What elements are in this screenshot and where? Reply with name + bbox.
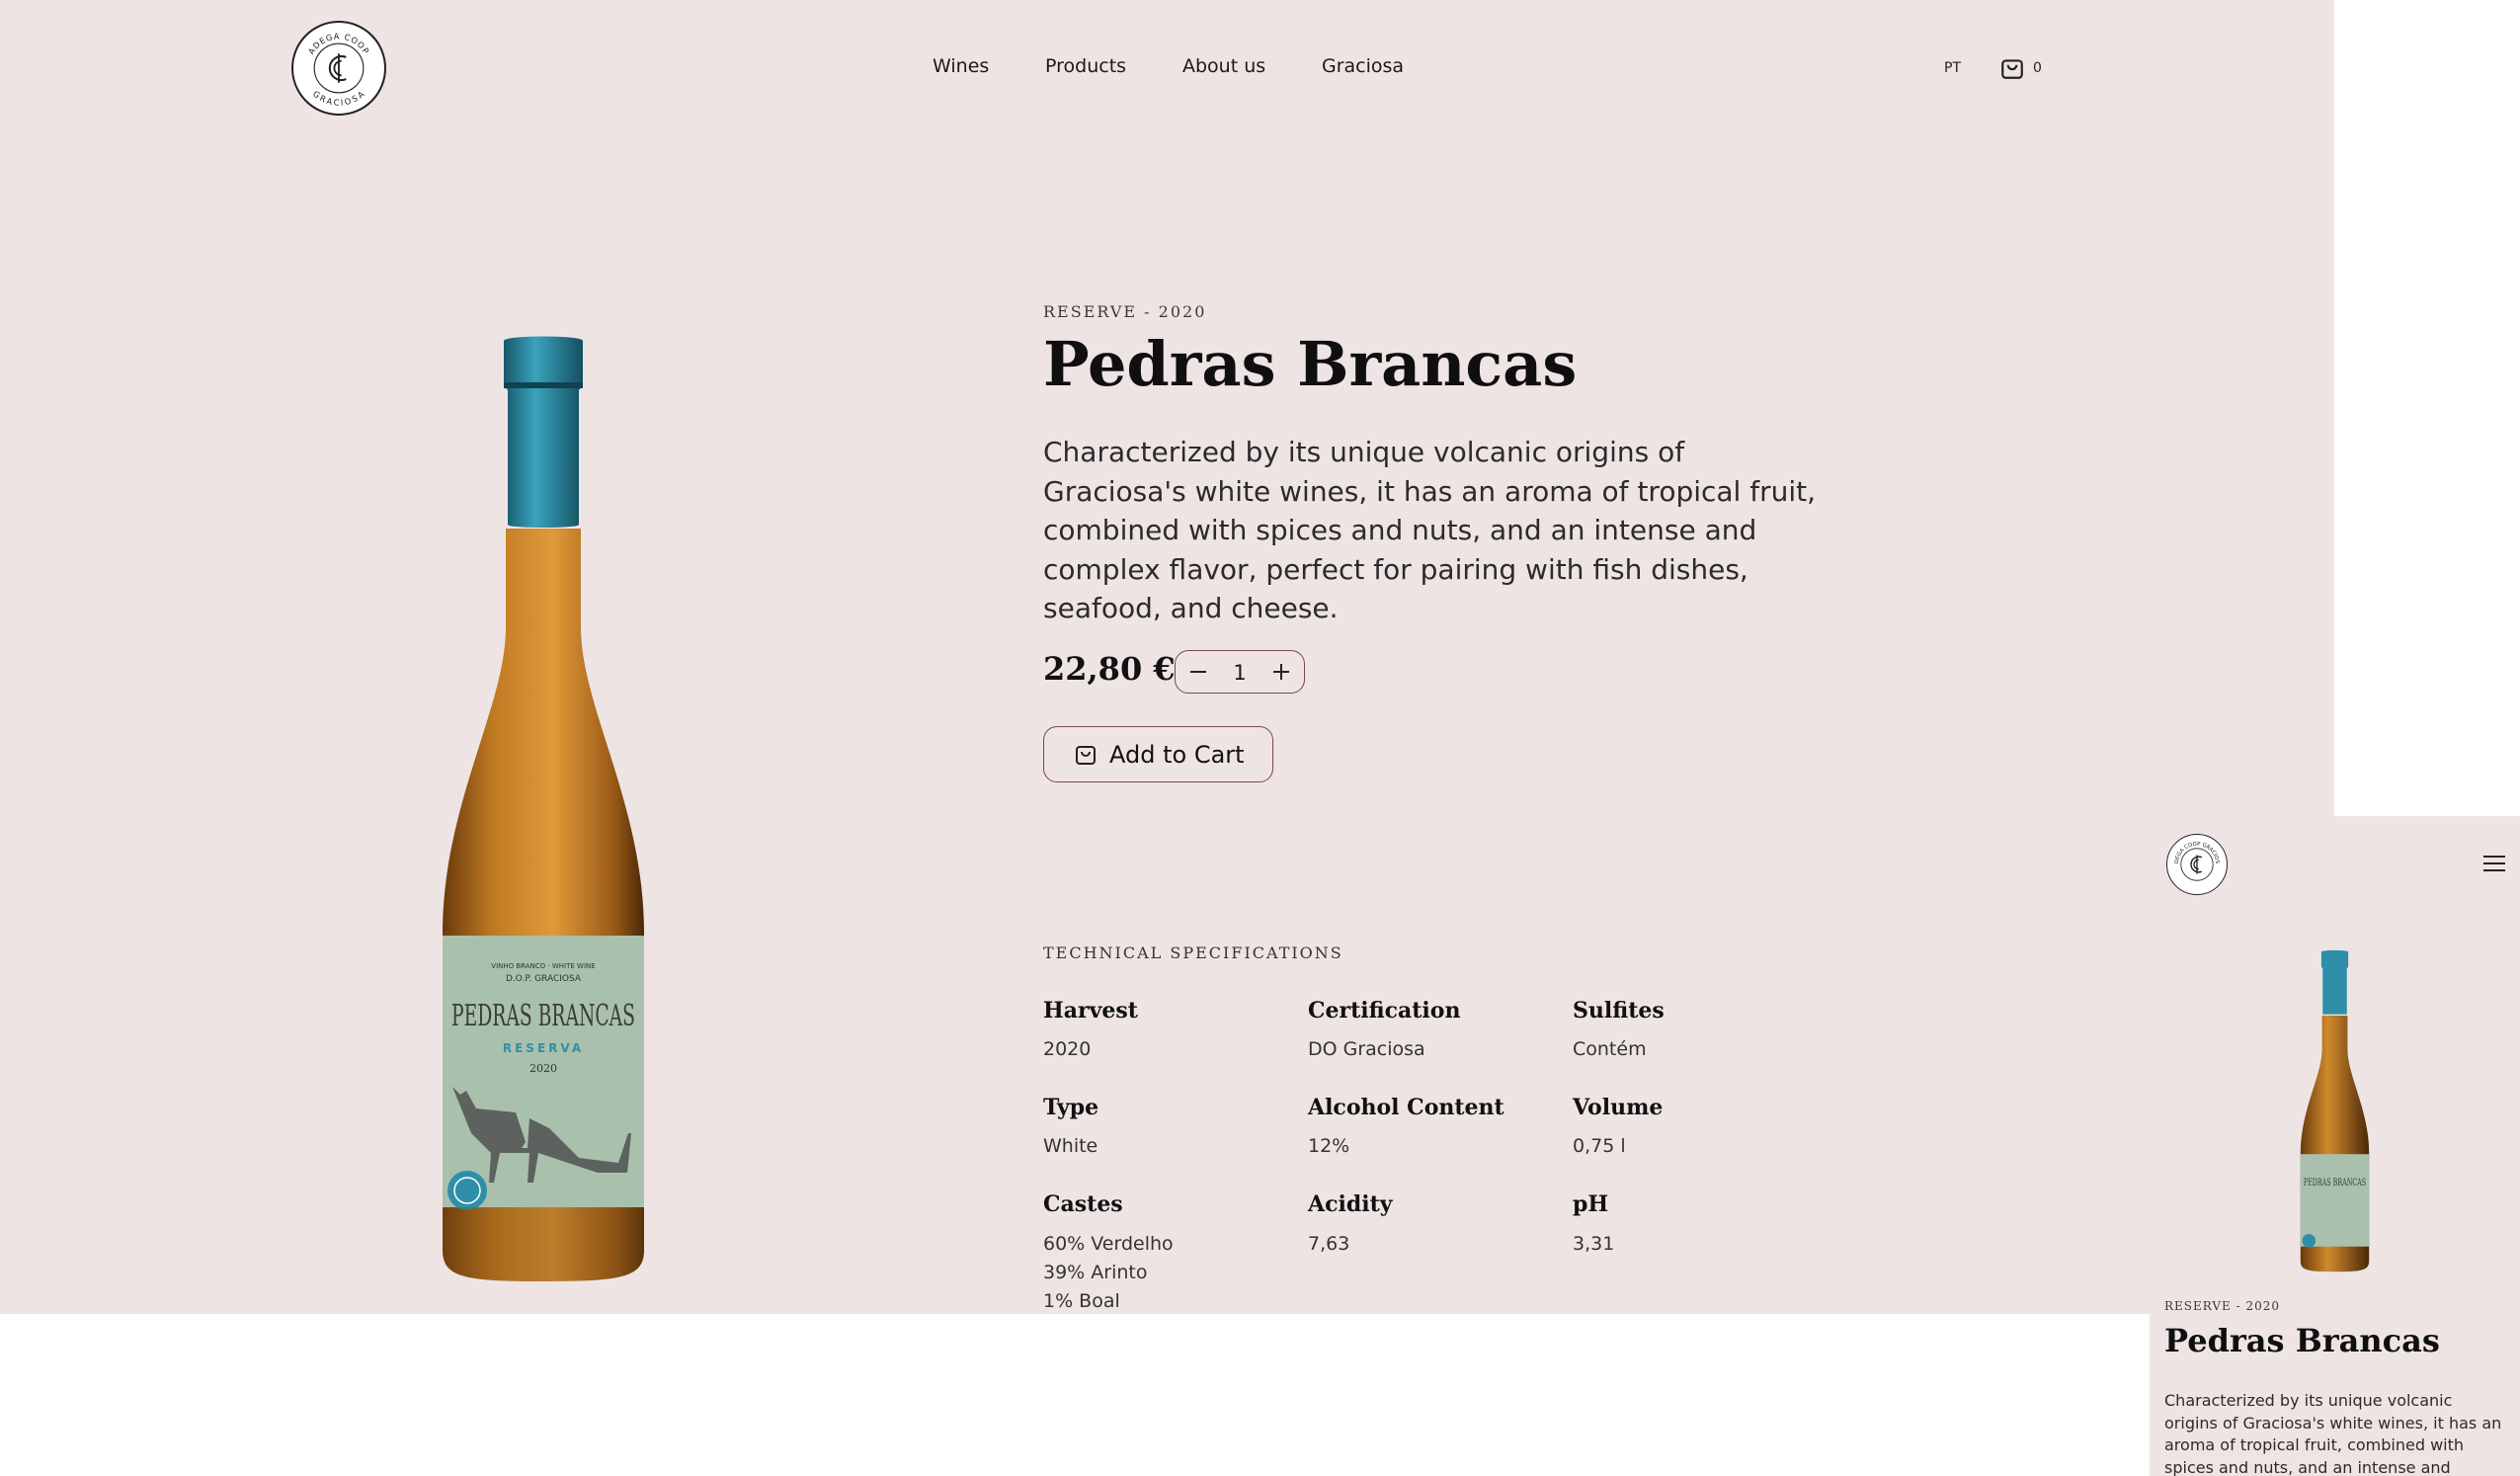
label-year-text: 2020	[529, 1062, 557, 1075]
spec-value-sulfites: Contém	[1573, 1038, 1647, 1060]
label-top-text: VINHO BRANCO · WHITE WINE	[491, 962, 595, 970]
spec-label-sulfites: Sulfites	[1573, 998, 1665, 1024]
nav-about-us[interactable]: About us	[1182, 55, 1265, 77]
spec-value-castes: 60% Verdelho 39% Arinto 1% Boal	[1043, 1230, 1174, 1314]
cart-bag-icon	[2001, 59, 2023, 79]
nav-products[interactable]: Products	[1045, 55, 1126, 77]
mobile-view: ADEGA COOP GRACIOSA PEDRAS BRANCAS RESER…	[2150, 816, 2520, 1476]
spec-label-alcohol: Alcohol Content	[1308, 1095, 1504, 1120]
nav-graciosa[interactable]: Graciosa	[1322, 55, 1404, 77]
cart-count: 0	[2033, 60, 2042, 76]
add-to-cart-label: Add to Cart	[1109, 741, 1245, 769]
decrease-quantity-button[interactable]	[1183, 657, 1213, 687]
wine-bottle-image: VINHO BRANCO · WHITE WINE D.O.P. GRACIOS…	[443, 336, 644, 1281]
spec-value-harvest: 2020	[1043, 1038, 1092, 1060]
spec-value-ph: 3,31	[1573, 1233, 1615, 1255]
mobile-product-description: Characterized by its unique volcanic ori…	[2164, 1391, 2502, 1476]
caste-item: 39% Arinto	[1043, 1262, 1148, 1283]
desktop-view: ADEGA COOP GRACIOSA Wines Products About…	[0, 0, 2334, 1314]
mobile-brand-logo[interactable]: ADEGA COOP GRACIOSA	[2166, 834, 2228, 895]
spec-label-volume: Volume	[1573, 1095, 1664, 1120]
spec-label-certification: Certification	[1308, 998, 1461, 1024]
logo-emblem: ADEGA COOP GRACIOSA	[306, 31, 370, 108]
mobile-product-kicker: RESERVE - 2020	[2164, 1299, 2281, 1313]
spec-label-harvest: Harvest	[1043, 998, 1138, 1024]
cart-bag-icon	[1076, 746, 1096, 765]
label-reserve-text: RESERVA	[503, 1041, 584, 1055]
nav-wines[interactable]: Wines	[933, 55, 989, 77]
increase-quantity-button[interactable]	[1266, 657, 1296, 687]
hamburger-menu-icon[interactable]	[2483, 856, 2505, 873]
specs-heading: TECHNICAL SPECIFICATIONS	[1043, 943, 1343, 962]
quantity-value[interactable]: 1	[1225, 661, 1255, 685]
spec-label-castes: Castes	[1043, 1191, 1123, 1217]
add-to-cart-button[interactable]: Add to Cart	[1043, 726, 1273, 782]
quantity-stepper: 1	[1175, 650, 1305, 694]
product-title: Pedras Brancas	[1043, 328, 1578, 400]
mobile-label-brand-text: PEDRAS BRANCAS	[2304, 1178, 2366, 1189]
caste-item: 60% Verdelho	[1043, 1233, 1174, 1255]
label-brand-text: PEDRAS BRANCAS	[451, 999, 635, 1033]
spec-value-alcohol: 12%	[1308, 1135, 1350, 1157]
cart-button[interactable]: 0	[1999, 53, 2045, 83]
spec-label-type: Type	[1043, 1095, 1099, 1120]
product-description: Characterized by its unique volcanic ori…	[1043, 436, 1817, 624]
caste-item: 1% Boal	[1043, 1290, 1120, 1312]
svg-text:GRACIOSA: GRACIOSA	[311, 89, 366, 108]
spec-label-acidity: Acidity	[1308, 1191, 1393, 1217]
mobile-wine-bottle-image: PEDRAS BRANCAS	[2300, 949, 2370, 1272]
mobile-product-title: Pedras Brancas	[2164, 1322, 2440, 1359]
spec-label-ph: pH	[1573, 1191, 1609, 1217]
spec-value-certification: DO Graciosa	[1308, 1038, 1425, 1060]
logo-emblem: ADEGA COOP GRACIOSA	[2167, 835, 2220, 881]
spec-value-acidity: 7,63	[1308, 1233, 1350, 1255]
spec-value-type: White	[1043, 1135, 1098, 1157]
brand-logo[interactable]: ADEGA COOP GRACIOSA	[291, 21, 386, 116]
language-switch[interactable]: PT	[1944, 60, 1961, 76]
product-price: 22,80 €	[1043, 650, 1176, 688]
product-kicker: RESERVE - 2020	[1043, 302, 1207, 321]
spec-value-volume: 0,75 l	[1573, 1135, 1626, 1157]
label-region-text: D.O.P. GRACIOSA	[506, 974, 582, 984]
